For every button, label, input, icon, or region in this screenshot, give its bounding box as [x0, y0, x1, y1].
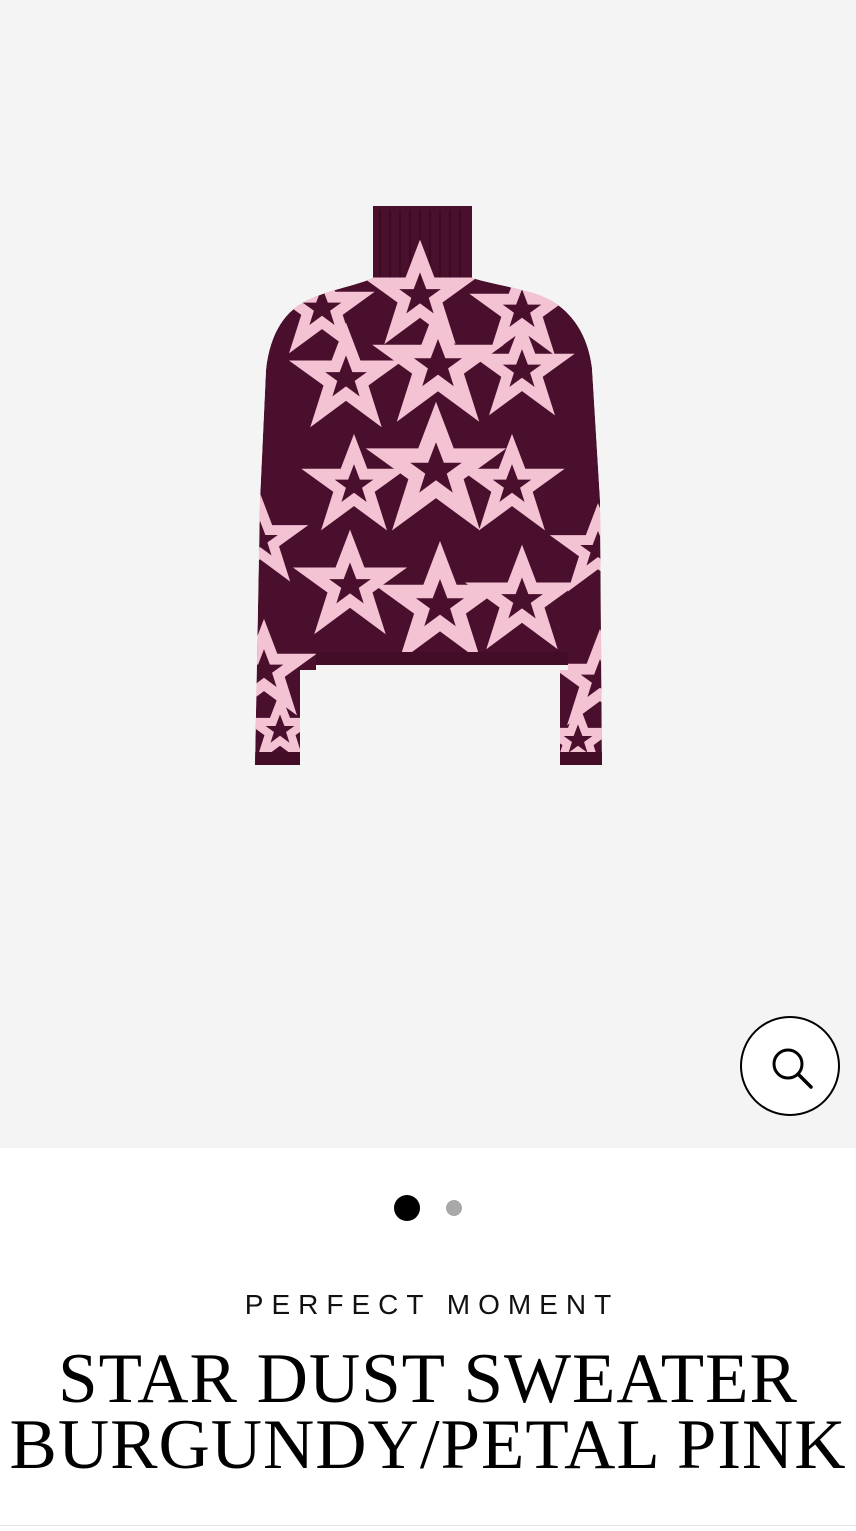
product-title-line-1: STAR DUST SWEATER	[58, 1340, 798, 1418]
divider	[0, 1525, 856, 1526]
gallery-dot-2[interactable]	[446, 1200, 462, 1216]
product-title: STAR DUST SWEATER BURGUNDY/PETAL PINK	[0, 1340, 856, 1484]
search-icon	[772, 1048, 813, 1089]
product-page: PERFECT MOMENT STAR DUST SWEATER BURGUND…	[0, 0, 856, 1531]
product-title-line-2: BURGUNDY/PETAL PINK	[9, 1406, 847, 1484]
gallery-pagination	[0, 1195, 856, 1221]
zoom-button[interactable]	[740, 1016, 840, 1116]
product-image[interactable]	[250, 200, 606, 770]
brand-name[interactable]: PERFECT MOMENT	[0, 1289, 856, 1321]
product-gallery[interactable]	[0, 0, 856, 1148]
gallery-dot-1[interactable]	[394, 1195, 420, 1221]
